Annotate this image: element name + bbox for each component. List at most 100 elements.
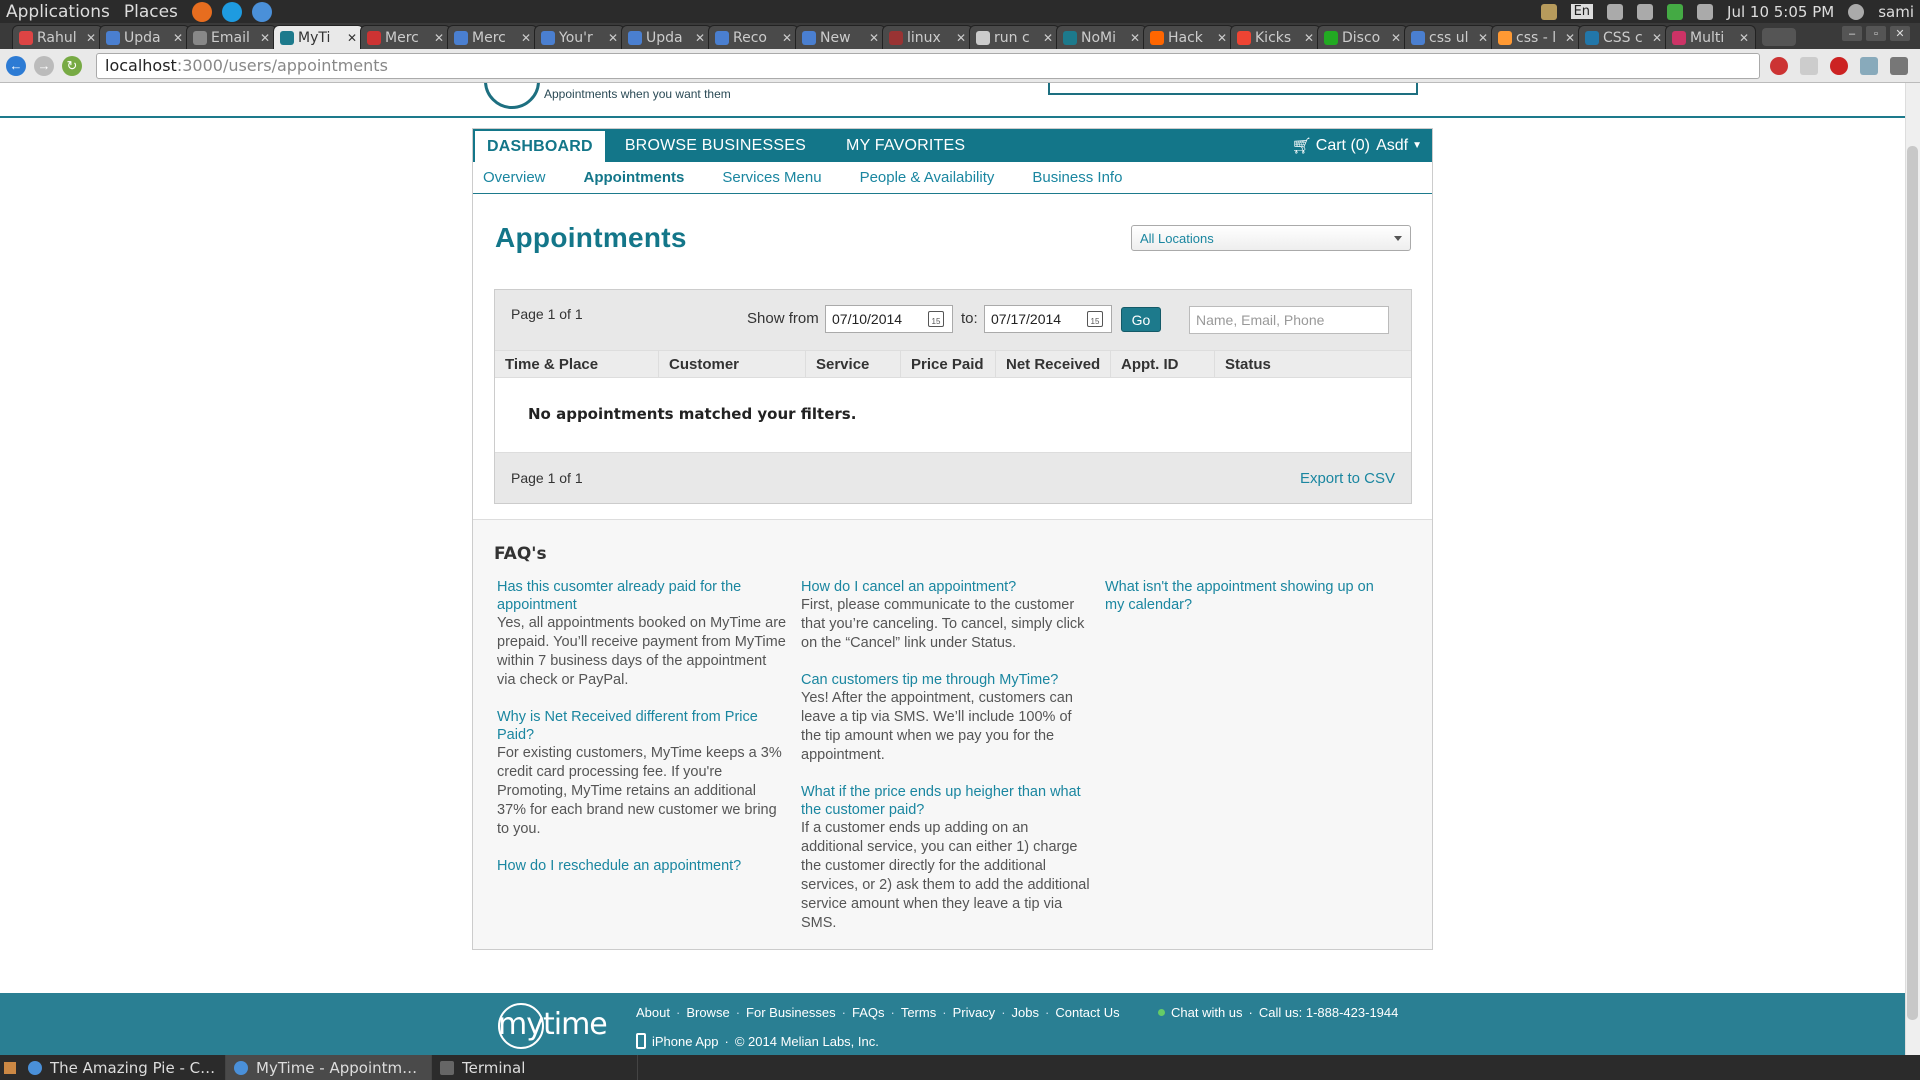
subtab-overview[interactable]: Overview: [483, 169, 546, 186]
close-tab-icon[interactable]: ✕: [1739, 31, 1749, 45]
faq-question-link[interactable]: What isn't the appointment showing up on…: [1105, 578, 1395, 614]
close-tab-icon[interactable]: ✕: [1391, 31, 1401, 45]
column-header[interactable]: Customer: [659, 351, 806, 377]
faq-question-link[interactable]: Has this cusomter already paid for the a…: [497, 578, 787, 614]
close-tab-icon[interactable]: ✕: [782, 31, 792, 45]
iphone-app-link[interactable]: iPhone App: [652, 1034, 719, 1049]
footer-link[interactable]: Privacy: [953, 1005, 996, 1020]
minimize-button[interactable]: –: [1842, 26, 1862, 41]
forward-button[interactable]: →: [34, 55, 54, 76]
tab-browse-businesses[interactable]: BROWSE BUSINESSES: [605, 129, 826, 162]
footer-link[interactable]: About: [636, 1005, 670, 1020]
close-tab-icon[interactable]: ✕: [1130, 31, 1140, 45]
username[interactable]: sami: [1878, 3, 1914, 21]
browser-tab[interactable]: NoMi ✕: [1056, 25, 1147, 49]
browser-tab[interactable]: css ul ✕: [1404, 25, 1495, 49]
subtab-services-menu[interactable]: Services Menu: [722, 169, 821, 186]
bluetooth-icon[interactable]: [1607, 3, 1624, 20]
tab-my-favorites[interactable]: MY FAVORITES: [826, 129, 985, 162]
faq-question-link[interactable]: What if the price ends up heigher than w…: [801, 783, 1091, 819]
extension-window-icon[interactable]: [1860, 56, 1878, 75]
browser-tab[interactable]: MyTi ✕: [273, 25, 364, 49]
browser-tab[interactable]: Disco ✕: [1317, 25, 1408, 49]
notification-bell-icon[interactable]: [1637, 3, 1654, 20]
browser-tab[interactable]: CSS c ✕: [1578, 25, 1669, 49]
browser-tab[interactable]: run c ✕: [969, 25, 1060, 49]
column-header[interactable]: Appt. ID: [1111, 351, 1215, 377]
go-button[interactable]: Go: [1121, 307, 1161, 332]
footer-link[interactable]: Browse: [686, 1005, 729, 1020]
url-field[interactable]: localhost:3000/users/appointments: [96, 52, 1760, 79]
column-header[interactable]: Status: [1215, 351, 1411, 377]
extension-icon[interactable]: [1830, 56, 1848, 75]
browser-tab[interactable]: Email ✕: [186, 25, 277, 49]
footer-logo[interactable]: mytime: [498, 1003, 608, 1049]
chromium-icon[interactable]: [251, 1, 272, 22]
close-tab-icon[interactable]: ✕: [608, 31, 618, 45]
close-tab-icon[interactable]: ✕: [434, 31, 444, 45]
task-chrome-mytime[interactable]: MyTime - Appointmen...: [226, 1055, 432, 1080]
faq-question-link[interactable]: Can customers tip me through MyTime?: [801, 671, 1091, 689]
column-header[interactable]: Net Received: [996, 351, 1111, 377]
location-select[interactable]: All Locations: [1131, 225, 1411, 251]
chat-link[interactable]: Chat with us: [1171, 1005, 1243, 1020]
browser-tab[interactable]: Upda ✕: [99, 25, 190, 49]
maximize-button[interactable]: ▫: [1866, 26, 1886, 41]
column-header[interactable]: Time & Place: [495, 351, 659, 377]
faq-question-link[interactable]: Why is Net Received different from Price…: [497, 708, 787, 744]
footer-link[interactable]: Terms: [901, 1005, 936, 1020]
column-header[interactable]: Service: [806, 351, 901, 377]
skype-icon[interactable]: [221, 1, 242, 22]
blocked-icon[interactable]: [1770, 56, 1788, 75]
tab-dashboard[interactable]: DASHBOARD: [475, 131, 605, 162]
faq-question-link[interactable]: How do I cancel an appointment?: [801, 578, 1091, 596]
subtab-people-availability[interactable]: People & Availability: [860, 169, 995, 186]
clock[interactable]: Jul 10 5:05 PM: [1727, 3, 1834, 21]
calendar-icon[interactable]: 15: [928, 311, 944, 327]
checkmark-icon[interactable]: [1667, 3, 1684, 20]
browser-tab[interactable]: Merc ✕: [447, 25, 538, 49]
volume-muted-icon[interactable]: [1697, 3, 1714, 20]
close-tab-icon[interactable]: ✕: [347, 31, 357, 45]
firefox-icon[interactable]: [191, 1, 212, 22]
subtab-appointments[interactable]: Appointments: [584, 169, 685, 186]
browser-tab[interactable]: Multi ✕: [1665, 25, 1756, 49]
applications-menu[interactable]: Applications: [6, 2, 110, 22]
subtab-business-info[interactable]: Business Info: [1032, 169, 1122, 186]
cart-link[interactable]: 🛒︎ Cart (0): [1291, 129, 1370, 162]
close-tab-icon[interactable]: ✕: [1478, 31, 1488, 45]
back-button[interactable]: ←: [6, 55, 26, 76]
close-tab-icon[interactable]: ✕: [173, 31, 183, 45]
footer-link[interactable]: Jobs: [1012, 1005, 1039, 1020]
footer-link[interactable]: Contact Us: [1055, 1005, 1119, 1020]
browser-tab[interactable]: Hack ✕: [1143, 25, 1234, 49]
bookmark-star-icon[interactable]: [1800, 56, 1818, 75]
mytime-logo[interactable]: [484, 83, 540, 109]
reload-button[interactable]: ↻: [62, 55, 82, 76]
close-tab-icon[interactable]: ✕: [869, 31, 879, 45]
close-tab-icon[interactable]: ✕: [521, 31, 531, 45]
export-csv-link[interactable]: Export to CSV: [1300, 470, 1395, 487]
close-tab-icon[interactable]: ✕: [1565, 31, 1575, 45]
calendar-icon[interactable]: 15: [1087, 311, 1103, 327]
close-tab-icon[interactable]: ✕: [956, 31, 966, 45]
browser-tab[interactable]: New ✕: [795, 25, 886, 49]
task-chrome-amazing-pie[interactable]: The Amazing Pie - Chr...: [20, 1055, 226, 1080]
footer-link[interactable]: FAQs: [852, 1005, 885, 1020]
close-tab-icon[interactable]: ✕: [1043, 31, 1053, 45]
date-from-field[interactable]: 07/10/2014 15: [825, 305, 953, 333]
new-tab-button[interactable]: [1762, 28, 1796, 46]
close-tab-icon[interactable]: ✕: [1217, 31, 1227, 45]
browser-tab[interactable]: css - l ✕: [1491, 25, 1582, 49]
close-tab-icon[interactable]: ✕: [260, 31, 270, 45]
close-tab-icon[interactable]: ✕: [1652, 31, 1662, 45]
task-terminal[interactable]: Terminal: [432, 1055, 638, 1080]
show-desktop-icon[interactable]: [0, 1055, 20, 1080]
browser-tab[interactable]: linux ✕: [882, 25, 973, 49]
faq-question-link[interactable]: How do I reschedule an appointment?: [497, 857, 787, 875]
scrollbar-thumb[interactable]: [1907, 146, 1918, 1020]
header-search-box[interactable]: [1048, 83, 1418, 95]
close-tab-icon[interactable]: ✕: [695, 31, 705, 45]
column-header[interactable]: Price Paid: [901, 351, 996, 377]
close-tab-icon[interactable]: ✕: [86, 31, 96, 45]
